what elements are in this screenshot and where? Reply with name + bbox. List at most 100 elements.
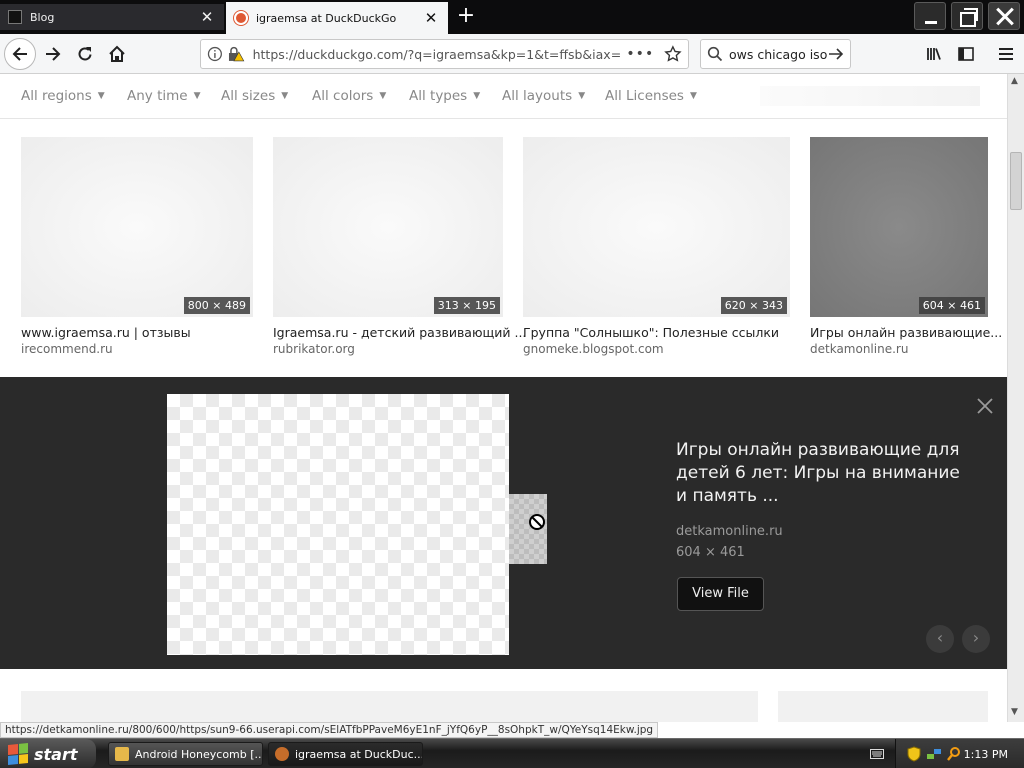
forward-button[interactable] xyxy=(37,38,69,70)
windows-logo-icon xyxy=(8,742,28,766)
result-thumbnail[interactable]: 620 × 343 xyxy=(523,137,790,317)
caret-down-icon: ▼ xyxy=(379,91,387,101)
search-tray-icon[interactable] xyxy=(946,746,962,762)
caret-down-icon: ▼ xyxy=(193,91,201,101)
tab-duckduckgo[interactable]: igraemsa at DuckDuckGo ✕ xyxy=(226,2,448,34)
no-drop-cursor-icon xyxy=(529,514,545,530)
duckduckgo-favicon-icon xyxy=(234,11,248,25)
faded-placeholder xyxy=(760,86,980,106)
hamburger-menu-icon xyxy=(999,48,1013,60)
security-shield-icon[interactable] xyxy=(906,746,922,762)
tab-close-icon[interactable]: ✕ xyxy=(422,9,440,27)
result-source: detkamonline.ru xyxy=(810,342,909,356)
tab-blog[interactable]: Blog ✕ xyxy=(0,4,224,30)
filter-layouts[interactable]: All layouts ▼ xyxy=(502,88,585,104)
detail-title[interactable]: Игры онлайн развивающие для детей 6 лет:… xyxy=(676,439,966,508)
taskbar-item-duckduckgo[interactable]: igraemsa at DuckDuc... xyxy=(268,742,423,766)
image-dimensions-badge: 313 × 195 xyxy=(433,297,500,314)
home-button[interactable] xyxy=(101,38,133,70)
filter-regions[interactable]: All regions ▼ xyxy=(21,88,105,104)
sidebar-icon xyxy=(958,47,974,61)
close-detail-icon[interactable] xyxy=(975,396,995,416)
filter-licenses[interactable]: All Licenses ▼ xyxy=(605,88,697,104)
system-tray: 1:13 PM xyxy=(895,739,1024,768)
new-tab-button[interactable]: + xyxy=(452,4,480,30)
filter-label: All layouts xyxy=(502,88,573,104)
navigation-toolbar: https://duckduckgo.com/?q=igraemsa&kp=1&… xyxy=(0,34,1024,74)
start-button[interactable]: start xyxy=(0,739,96,768)
hamburger-menu-button[interactable] xyxy=(990,38,1022,70)
result-thumbnail[interactable]: 313 × 195 xyxy=(273,137,503,317)
url-bar[interactable]: https://duckduckgo.com/?q=igraemsa&kp=1&… xyxy=(200,39,689,69)
filter-time[interactable]: Any time ▼ xyxy=(127,88,201,104)
scroll-up-arrow-icon[interactable]: ▲ xyxy=(1011,76,1018,86)
clock[interactable]: 1:13 PM xyxy=(964,748,1008,761)
insecure-lock-icon[interactable] xyxy=(227,46,245,62)
filter-label: All sizes xyxy=(221,88,276,104)
caret-down-icon: ▼ xyxy=(473,91,481,101)
result-source: gnomeke.blogspot.com xyxy=(523,342,664,356)
caret-down-icon: ▼ xyxy=(578,91,586,101)
home-icon xyxy=(109,45,125,62)
search-go-arrow-icon[interactable] xyxy=(828,46,844,62)
tab-title: Blog xyxy=(30,10,55,24)
detail-source[interactable]: detkamonline.ru xyxy=(676,524,783,539)
scroll-down-arrow-icon[interactable]: ▼ xyxy=(1011,707,1018,717)
tab-title: igraemsa at DuckDuckGo xyxy=(256,11,397,25)
filter-label: All colors xyxy=(312,88,374,104)
image-detail-panel: Игры онлайн развивающие для детей 6 лет:… xyxy=(0,377,1007,669)
tab-close-icon[interactable]: ✕ xyxy=(198,8,216,26)
network-icon[interactable] xyxy=(926,746,942,762)
minimize-window-button[interactable] xyxy=(914,2,946,30)
result-thumbnail[interactable]: 604 × 461 xyxy=(810,137,988,317)
result-title[interactable]: Igraemsa.ru - детский развивающий ... xyxy=(273,325,526,340)
result-source: irecommend.ru xyxy=(21,342,113,356)
filter-label: All Licenses xyxy=(605,88,684,104)
reload-icon xyxy=(78,47,92,61)
image-dimensions-badge: 800 × 489 xyxy=(183,297,250,314)
restore-window-button[interactable] xyxy=(951,2,983,30)
status-link-preview: https://detkamonline.ru/800/600/https/su… xyxy=(0,722,659,738)
result-title[interactable]: Игры онлайн развивающие... xyxy=(810,325,1002,340)
taskbar-item-android-honeycomb[interactable]: Android Honeycomb [... xyxy=(108,742,263,766)
page-actions-button[interactable]: ••• xyxy=(626,46,654,62)
result-source: rubrikator.org xyxy=(273,342,355,356)
firefox-icon xyxy=(275,747,289,761)
previous-image-button[interactable]: ‹ xyxy=(926,625,954,653)
scrollbar-thumb[interactable] xyxy=(1010,152,1022,210)
detail-image-preview[interactable] xyxy=(167,394,509,655)
page-content: All regions ▼ Any time ▼ All sizes ▼ All co… xyxy=(0,74,1024,722)
caret-down-icon: ▼ xyxy=(689,91,697,101)
filter-label: All types xyxy=(409,88,468,104)
library-button[interactable] xyxy=(918,38,950,70)
filter-types[interactable]: All types ▼ xyxy=(409,88,480,104)
keyboard-icon[interactable] xyxy=(870,748,884,760)
info-icon[interactable] xyxy=(207,46,223,62)
image-dimensions-badge: 620 × 343 xyxy=(720,297,787,314)
search-box[interactable]: ows chicago iso xyxy=(700,39,851,69)
taskbar-item-label: Android Honeycomb [... xyxy=(135,747,263,761)
filter-sizes[interactable]: All sizes ▼ xyxy=(221,88,288,104)
result-thumbnail[interactable]: 800 × 489 xyxy=(21,137,253,317)
image-result-tile[interactable] xyxy=(778,691,988,722)
close-window-button[interactable] xyxy=(988,2,1020,30)
folder-icon xyxy=(115,747,129,761)
next-image-button[interactable]: › xyxy=(962,625,990,653)
arrow-right-icon xyxy=(46,47,61,61)
search-input[interactable]: ows chicago iso xyxy=(729,47,828,62)
bookmark-star-icon[interactable] xyxy=(664,45,682,63)
url-text[interactable]: https://duckduckgo.com/?q=igraemsa&kp=1&… xyxy=(253,47,621,62)
library-icon xyxy=(927,48,941,60)
image-result-tile[interactable] xyxy=(21,691,758,722)
view-file-button[interactable]: View File xyxy=(677,577,764,611)
reload-button[interactable] xyxy=(69,38,101,70)
result-title[interactable]: www.igraemsa.ru | отзывы xyxy=(21,325,191,340)
filter-colors[interactable]: All colors ▼ xyxy=(312,88,386,104)
start-label: start xyxy=(34,744,78,764)
sidebar-toggle-button[interactable] xyxy=(950,38,982,70)
back-button[interactable] xyxy=(4,38,36,70)
result-title[interactable]: Группа "Солнышко": Полезные ссылки xyxy=(523,325,779,340)
taskbar-item-label: igraemsa at DuckDuc... xyxy=(295,747,423,761)
caret-down-icon: ▼ xyxy=(97,91,105,101)
vertical-scrollbar[interactable]: ▲ ▼ xyxy=(1007,74,1024,722)
